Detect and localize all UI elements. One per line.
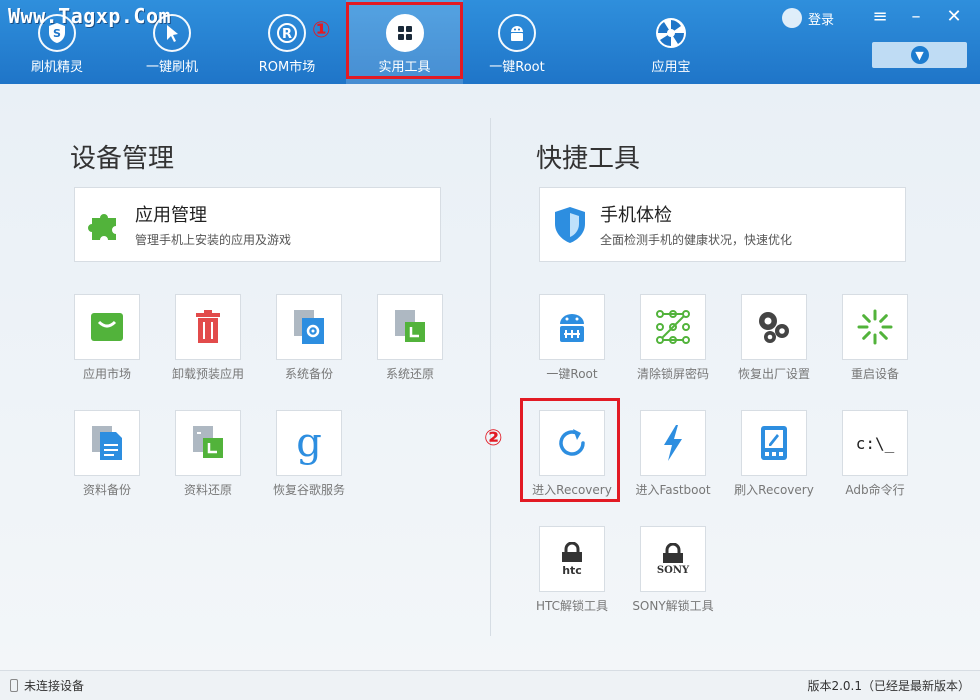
qq-icon (782, 8, 802, 28)
tile-htc-unlock[interactable]: htc (539, 526, 605, 592)
nav-item-one-click-flash[interactable]: 一键刷机 (115, 0, 229, 84)
shopping-bag-icon (91, 313, 123, 341)
tile-enter-recovery[interactable] (539, 410, 605, 476)
android-icon (498, 14, 536, 52)
tile-restore-google-services[interactable]: g (276, 410, 342, 476)
padlock-icon (663, 542, 683, 563)
tile-system-backup[interactable] (276, 294, 342, 360)
tile-data-backup[interactable] (74, 410, 140, 476)
tile-reboot-device[interactable] (842, 294, 908, 360)
tile-label: 恢复谷歌服务 (272, 483, 345, 497)
pattern-lock-icon (656, 310, 690, 344)
nav-label: ROM市场 (258, 60, 316, 75)
system-backup-icon (294, 310, 324, 344)
nav-label: 实用工具 (378, 60, 431, 75)
status-bar: 未连接设备 版本2.0.1（已经是最新版本） (0, 670, 980, 700)
minimize-icon[interactable]: – (906, 6, 926, 27)
shield-s-icon: S (38, 14, 76, 52)
android-root-icon (560, 314, 584, 342)
sony-logo-text: SONY (656, 564, 690, 576)
htc-logo-text: htc (562, 563, 582, 577)
svg-text:R: R (282, 27, 292, 42)
rom-r-icon: R (268, 14, 306, 52)
tile-enter-fastboot[interactable] (640, 410, 706, 476)
section-divider (490, 118, 491, 636)
tablet-pen-icon (761, 426, 787, 460)
feature-description: 管理手机上安装的应用及游戏 (135, 233, 292, 247)
tile-label: 重启设备 (850, 367, 899, 381)
document-backup-icon (92, 426, 122, 460)
tile-adb-command[interactable]: c:\_ (842, 410, 908, 476)
tile-label: SONY解锁工具 (632, 599, 714, 613)
tile-sony-unlock[interactable]: SONY (640, 526, 706, 592)
nav-label: 应用宝 (651, 60, 691, 75)
feature-title: 手机体检 (600, 205, 672, 226)
phone-icon (10, 679, 18, 692)
section-title-tools: 快捷工具 (536, 144, 641, 174)
close-icon[interactable]: ✕ (944, 6, 964, 27)
nav-item-app-treasure[interactable]: 应用宝 (614, 0, 728, 84)
tile-uninstall-preinstalled[interactable] (175, 294, 241, 360)
version-info: 版本2.0.1（已经是最新版本） (807, 679, 970, 693)
step-marker-two: ② (484, 426, 503, 451)
tile-app-market[interactable] (74, 294, 140, 360)
terminal-icon: c:\_ (855, 433, 895, 453)
app-manage-card[interactable]: 应用管理 管理手机上安装的应用及游戏 (74, 187, 441, 262)
download-arrow-icon: ▼ (910, 46, 929, 64)
login-button[interactable]: 登录 (782, 8, 834, 28)
nav-label: 一键Root (489, 60, 545, 75)
gears-icon (759, 312, 789, 343)
nav-label: 刷机精灵 (30, 60, 83, 75)
tile-clear-lock-password[interactable] (640, 294, 706, 360)
tile-flash-recovery[interactable] (741, 410, 807, 476)
app-treasure-icon (652, 14, 690, 52)
tile-factory-reset[interactable] (741, 294, 807, 360)
tile-system-restore[interactable] (377, 294, 443, 360)
section-title-device: 设备管理 (70, 144, 175, 174)
tile-data-restore[interactable] (175, 410, 241, 476)
padlock-icon (562, 541, 582, 562)
google-g-icon: g (296, 420, 322, 466)
trash-icon (196, 310, 220, 343)
cursor-icon (153, 14, 191, 52)
connection-status: 未连接设备 (24, 679, 85, 693)
grid-icon (385, 14, 424, 52)
nav-item-one-click-root[interactable]: 一键Root (460, 0, 574, 84)
loading-spinner-icon (857, 309, 893, 345)
lightning-icon (664, 425, 682, 461)
system-restore-icon (395, 310, 425, 342)
feature-description: 全面检测手机的健康状况，快速优化 (600, 233, 793, 247)
step-marker-one: ① (312, 18, 331, 43)
svg-text:S: S (53, 27, 61, 40)
feature-title: 应用管理 (135, 205, 207, 226)
phone-check-card[interactable]: 手机体检 全面检测手机的健康状况，快速优化 (539, 187, 906, 262)
refresh-arrow-icon (559, 429, 585, 456)
top-navigation-bar: Www.Tagxp.Com S 刷机精灵 一键刷机 R ROM市场 实用工具 一… (0, 0, 980, 84)
tile-label: Adb命令行 (845, 483, 905, 497)
login-label: 登录 (808, 12, 835, 28)
nav-item-utility-tools[interactable]: 实用工具 (346, 0, 463, 84)
shield-check-icon (540, 205, 600, 245)
download-button[interactable]: ▼ (872, 42, 967, 68)
document-restore-icon (193, 426, 223, 458)
nav-label: 一键刷机 (145, 60, 198, 75)
nav-item-flash-wizard[interactable]: S 刷机精灵 (0, 0, 114, 84)
puzzle-icon (75, 206, 135, 244)
tile-one-click-root[interactable] (539, 294, 605, 360)
menu-icon[interactable]: ≡ (870, 6, 890, 27)
tile-label: 系统还原 (385, 367, 434, 381)
